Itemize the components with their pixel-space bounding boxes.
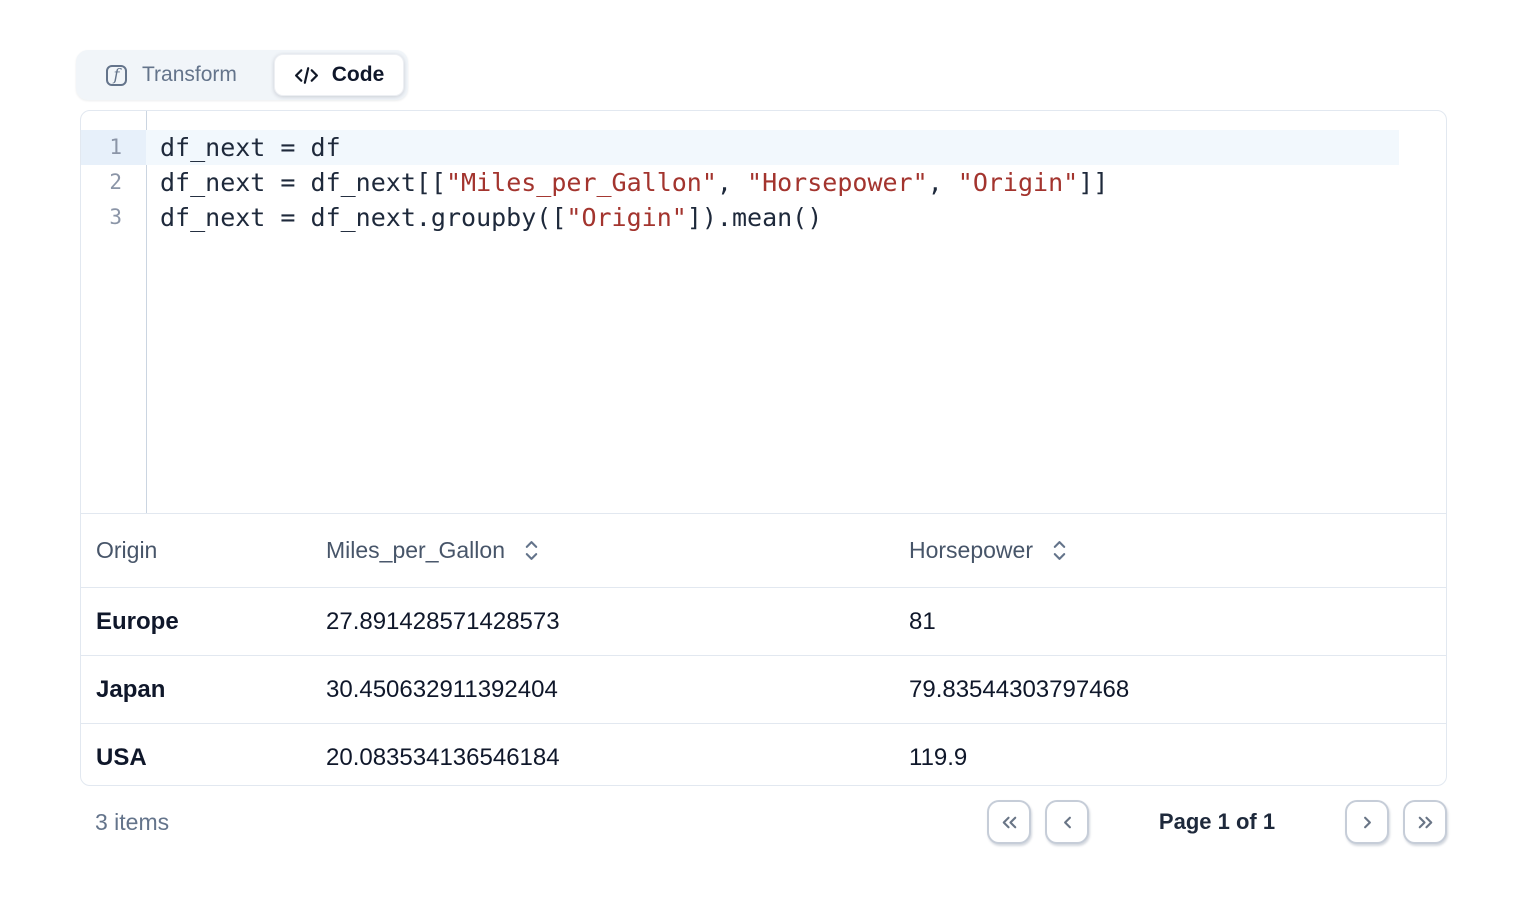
sort-updown-icon[interactable] xyxy=(1051,539,1068,562)
column-label: Miles_per_Gallon xyxy=(326,537,505,564)
code-token: df_next = df_next[[ xyxy=(160,168,446,197)
code-token: ]).mean() xyxy=(687,203,822,232)
code-token: ]] xyxy=(1078,168,1108,197)
column-header-miles-per-gallon[interactable]: Miles_per_Gallon xyxy=(311,537,894,564)
chevron-right-icon xyxy=(1356,811,1379,834)
line-text[interactable]: df_next = df_next.groupby(["Origin"]).me… xyxy=(146,200,1399,235)
result-table-body: Europe27.89142857142857381Japan30.450632… xyxy=(81,588,1446,786)
code-line[interactable]: 1 df_next = df xyxy=(81,130,1446,165)
column-header-origin: Origin xyxy=(81,537,311,564)
line-number: 3 xyxy=(81,200,146,235)
line-number: 1 xyxy=(81,130,146,165)
cell-horsepower: 81 xyxy=(894,608,1446,636)
code-icon xyxy=(294,65,319,86)
prev-page-button[interactable] xyxy=(1045,800,1089,844)
code-token: df_next = df xyxy=(160,133,341,162)
last-page-button[interactable] xyxy=(1403,800,1447,844)
tab-transform[interactable]: f Transform xyxy=(76,50,237,100)
string-token: "Origin" xyxy=(958,168,1078,197)
chevron-left-icon xyxy=(1056,811,1079,834)
next-page-button[interactable] xyxy=(1345,800,1389,844)
cell-miles-per-gallon: 27.891428571428573 xyxy=(311,608,894,636)
code-line[interactable]: 3df_next = df_next.groupby(["Origin"]).m… xyxy=(81,200,1446,235)
code-token: , xyxy=(928,168,958,197)
string-token: "Miles_per_Gallon" xyxy=(446,168,717,197)
tab-transform-label: Transform xyxy=(142,63,237,87)
string-token: "Horsepower" xyxy=(747,168,928,197)
cell-origin: Japan xyxy=(81,676,311,704)
table-row: USA20.083534136546184119.9 xyxy=(81,724,1446,786)
tab-code-label: Code xyxy=(332,63,385,87)
string-token: "Origin" xyxy=(566,203,686,232)
page-indicator: Page 1 of 1 xyxy=(1103,809,1331,835)
cell-origin: Europe xyxy=(81,608,311,636)
column-header-horsepower[interactable]: Horsepower xyxy=(894,537,1446,564)
pagination: Page 1 of 1 xyxy=(987,800,1447,844)
code-and-result-panel: 1df_next = df2df_next = df_next[["Miles_… xyxy=(80,110,1447,786)
cell-horsepower: 79.83544303797468 xyxy=(894,676,1446,704)
table-row: Europe27.89142857142857381 xyxy=(81,588,1446,656)
code-token: , xyxy=(717,168,747,197)
function-icon: f xyxy=(106,65,127,86)
line-text[interactable]: df_next = df xyxy=(146,130,1399,165)
cell-horsepower: 119.9 xyxy=(894,744,1446,772)
table-footer: 3 items Page 1 of 1 xyxy=(80,796,1447,848)
line-text[interactable]: df_next = df_next[["Miles_per_Gallon", "… xyxy=(146,165,1399,200)
code-line[interactable]: 2df_next = df_next[["Miles_per_Gallon", … xyxy=(81,165,1446,200)
column-label: Origin xyxy=(96,537,157,564)
code-token: df_next = df_next.groupby([ xyxy=(160,203,566,232)
view-tab-group: f Transform Code xyxy=(76,50,408,100)
column-label: Horsepower xyxy=(909,537,1033,564)
tab-code[interactable]: Code xyxy=(274,54,404,96)
table-row: Japan30.45063291139240479.83544303797468 xyxy=(81,656,1446,724)
result-table-header: Origin Miles_per_Gallon Horsepower xyxy=(81,514,1446,588)
sort-updown-icon[interactable] xyxy=(523,539,540,562)
cell-miles-per-gallon: 20.083534136546184 xyxy=(311,744,894,772)
first-page-button[interactable] xyxy=(987,800,1031,844)
code-lines: 1df_next = df2df_next = df_next[["Miles_… xyxy=(81,111,1446,235)
code-editor[interactable]: 1df_next = df2df_next = df_next[["Miles_… xyxy=(81,111,1446,514)
line-number: 2 xyxy=(81,165,146,200)
cell-origin: USA xyxy=(81,744,311,772)
chevrons-left-icon xyxy=(998,811,1021,834)
chevrons-right-icon xyxy=(1414,811,1437,834)
items-count: 3 items xyxy=(95,809,169,836)
cell-miles-per-gallon: 30.450632911392404 xyxy=(311,676,894,704)
